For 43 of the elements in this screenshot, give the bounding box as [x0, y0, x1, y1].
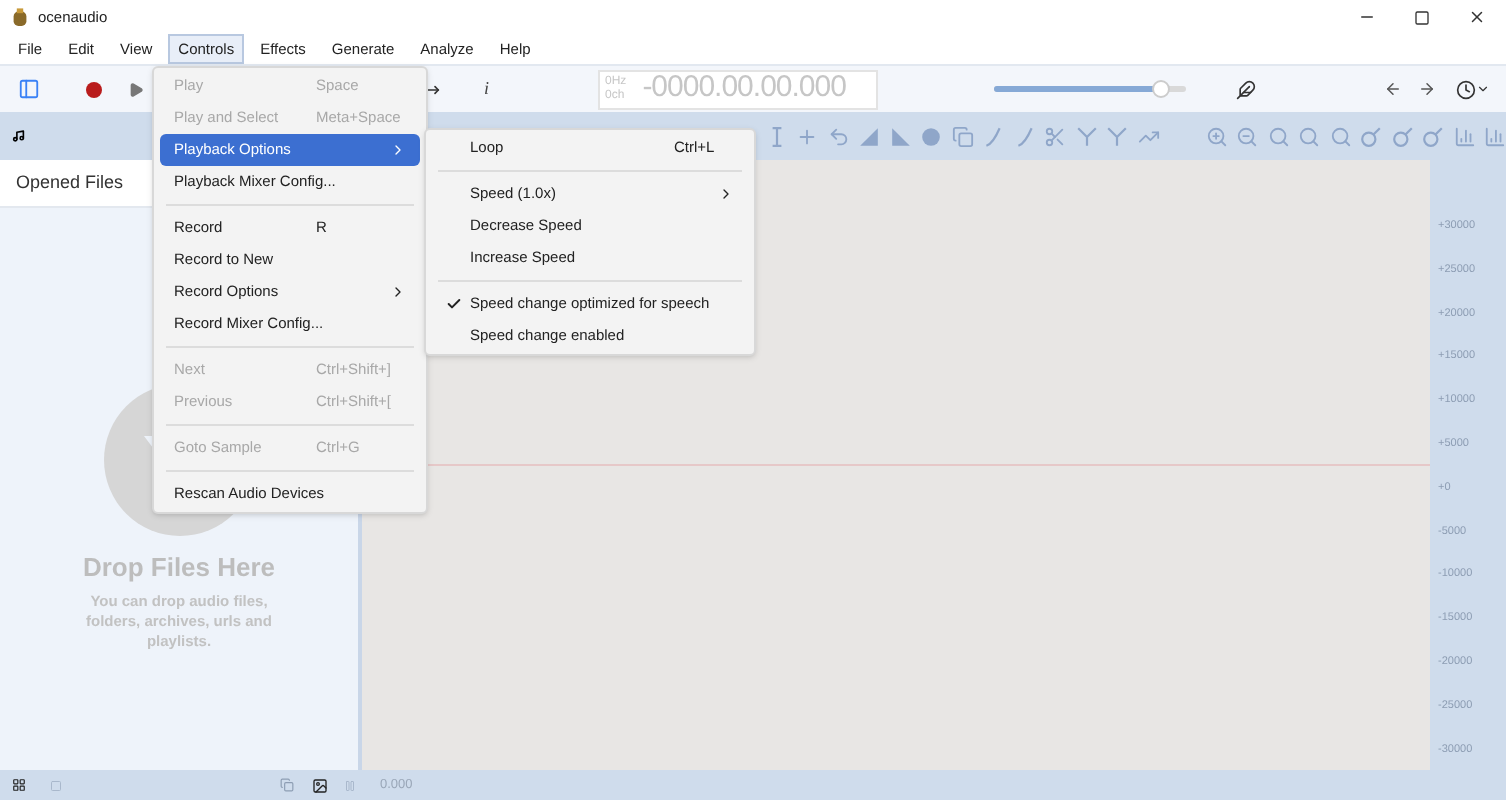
image-icon[interactable]: [312, 777, 328, 793]
curve-icon[interactable]: [1013, 125, 1035, 147]
drop-title: Drop Files Here: [82, 550, 276, 586]
maximize-icon[interactable]: [1414, 9, 1430, 25]
tool-icon[interactable]: [1422, 125, 1444, 147]
feather-icon[interactable]: [1235, 79, 1256, 99]
zoom-out-icon[interactable]: [1236, 125, 1258, 147]
tool-icon[interactable]: [1360, 125, 1382, 147]
volume-slider[interactable]: [993, 79, 1186, 99]
caret-icon[interactable]: [1476, 82, 1490, 96]
sidebar-toggle-icon[interactable]: [18, 78, 40, 100]
grid-view-icon[interactable]: [12, 778, 26, 792]
circle-icon[interactable]: [920, 125, 942, 147]
bars-icon[interactable]: [1484, 125, 1506, 147]
undo-icon[interactable]: [827, 125, 849, 147]
time-readout: -0000.00.00.000: [642, 68, 846, 109]
add-icon[interactable]: [796, 125, 818, 147]
forward-arrow-icon[interactable]: [1418, 80, 1436, 98]
ramp-icon[interactable]: [858, 125, 880, 147]
magnifier-icon[interactable]: [1298, 125, 1320, 147]
play-icon[interactable]: [128, 81, 144, 97]
fork-icon[interactable]: [1075, 125, 1097, 147]
history-icon[interactable]: [1456, 79, 1476, 99]
pause-icon[interactable]: [344, 779, 356, 791]
check-icon: [446, 296, 462, 312]
magnifier-icon[interactable]: [1329, 125, 1351, 147]
list-view-icon[interactable]: [50, 779, 62, 791]
fork-icon[interactable]: [1106, 125, 1128, 147]
curve-icon[interactable]: [982, 125, 1004, 147]
tool-icon[interactable]: [1391, 125, 1413, 147]
magnifier-icon[interactable]: [1267, 125, 1289, 147]
close-icon[interactable]: [1468, 8, 1486, 26]
ramp-icon[interactable]: [889, 125, 911, 147]
sidebar-title: Opened Files: [16, 169, 124, 196]
window-icon[interactable]: [280, 778, 294, 792]
app-icon: [12, 7, 28, 27]
zoom-in-icon[interactable]: [1205, 125, 1227, 147]
record-icon[interactable]: [86, 81, 102, 97]
back-arrow-icon[interactable]: [1384, 80, 1402, 98]
info-button[interactable]: i: [484, 75, 490, 103]
bars-icon[interactable]: [1453, 125, 1475, 147]
scissors-icon[interactable]: [1044, 125, 1066, 147]
copy-icon[interactable]: [951, 125, 973, 147]
